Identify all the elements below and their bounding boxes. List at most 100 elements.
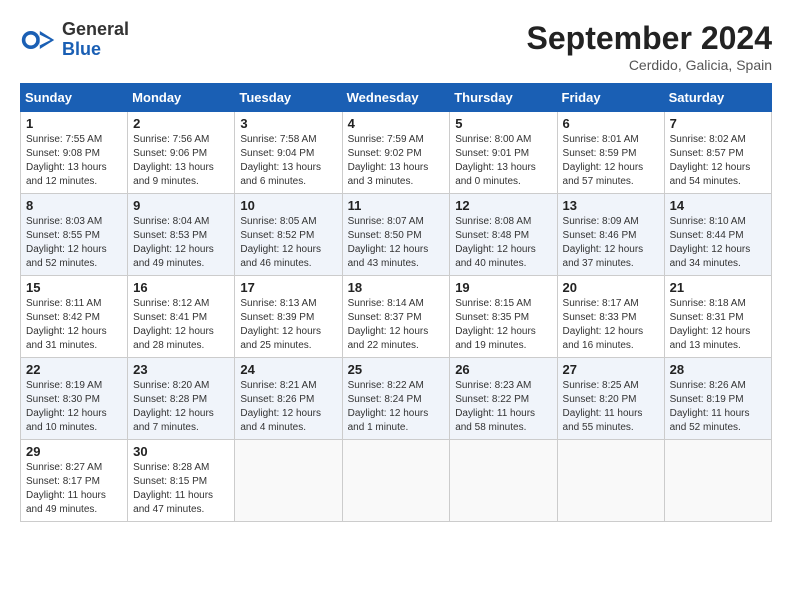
calendar-cell-day-5: 5 Sunrise: 8:00 AMSunset: 9:01 PMDayligh… [450, 112, 557, 194]
calendar-cell-day-19: 19 Sunrise: 8:15 AMSunset: 8:35 PMDaylig… [450, 276, 557, 358]
day-info: Sunrise: 8:20 AMSunset: 8:28 PMDaylight:… [133, 380, 214, 433]
calendar-cell-day-6: 6 Sunrise: 8:01 AMSunset: 8:59 PMDayligh… [557, 112, 664, 194]
day-number: 12 [455, 198, 551, 213]
calendar-cell-day-11: 11 Sunrise: 8:07 AMSunset: 8:50 PMDaylig… [342, 194, 450, 276]
day-number: 3 [240, 116, 336, 131]
month-title: September 2024 [527, 20, 772, 57]
calendar-cell-empty [664, 440, 771, 522]
day-info: Sunrise: 8:14 AMSunset: 8:37 PMDaylight:… [348, 298, 429, 351]
day-number: 21 [670, 280, 766, 295]
day-info: Sunrise: 8:05 AMSunset: 8:52 PMDaylight:… [240, 216, 321, 269]
day-number: 27 [563, 362, 659, 377]
logo-blue-text: Blue [62, 39, 101, 59]
calendar-cell-day-1: 1 Sunrise: 7:55 AMSunset: 9:08 PMDayligh… [21, 112, 128, 194]
calendar-cell-empty [342, 440, 450, 522]
day-info: Sunrise: 8:27 AMSunset: 8:17 PMDaylight:… [26, 462, 106, 515]
logo-general-text: General [62, 19, 129, 39]
day-info: Sunrise: 7:55 AMSunset: 9:08 PMDaylight:… [26, 134, 107, 187]
calendar-cell-day-29: 29 Sunrise: 8:27 AMSunset: 8:17 PMDaylig… [21, 440, 128, 522]
col-header-sunday: Sunday [21, 84, 128, 112]
calendar-cell-empty [450, 440, 557, 522]
logo-icon [20, 22, 56, 58]
day-info: Sunrise: 8:25 AMSunset: 8:20 PMDaylight:… [563, 380, 643, 433]
calendar-row: 29 Sunrise: 8:27 AMSunset: 8:17 PMDaylig… [21, 440, 772, 522]
day-info: Sunrise: 8:28 AMSunset: 8:15 PMDaylight:… [133, 462, 213, 515]
day-info: Sunrise: 7:56 AMSunset: 9:06 PMDaylight:… [133, 134, 214, 187]
day-info: Sunrise: 8:11 AMSunset: 8:42 PMDaylight:… [26, 298, 107, 351]
calendar-cell-day-20: 20 Sunrise: 8:17 AMSunset: 8:33 PMDaylig… [557, 276, 664, 358]
col-header-saturday: Saturday [664, 84, 771, 112]
calendar-cell-day-12: 12 Sunrise: 8:08 AMSunset: 8:48 PMDaylig… [450, 194, 557, 276]
day-info: Sunrise: 8:18 AMSunset: 8:31 PMDaylight:… [670, 298, 751, 351]
day-number: 18 [348, 280, 445, 295]
day-number: 16 [133, 280, 229, 295]
calendar-cell-day-14: 14 Sunrise: 8:10 AMSunset: 8:44 PMDaylig… [664, 194, 771, 276]
calendar-cell-day-3: 3 Sunrise: 7:58 AMSunset: 9:04 PMDayligh… [235, 112, 342, 194]
day-number: 10 [240, 198, 336, 213]
col-header-monday: Monday [128, 84, 235, 112]
day-info: Sunrise: 8:26 AMSunset: 8:19 PMDaylight:… [670, 380, 750, 433]
calendar-row: 15 Sunrise: 8:11 AMSunset: 8:42 PMDaylig… [21, 276, 772, 358]
day-number: 1 [26, 116, 122, 131]
day-info: Sunrise: 8:13 AMSunset: 8:39 PMDaylight:… [240, 298, 321, 351]
day-number: 9 [133, 198, 229, 213]
day-number: 23 [133, 362, 229, 377]
day-info: Sunrise: 8:08 AMSunset: 8:48 PMDaylight:… [455, 216, 536, 269]
day-number: 2 [133, 116, 229, 131]
day-info: Sunrise: 8:01 AMSunset: 8:59 PMDaylight:… [563, 134, 644, 187]
logo: General Blue [20, 20, 129, 60]
calendar-cell-day-25: 25 Sunrise: 8:22 AMSunset: 8:24 PMDaylig… [342, 358, 450, 440]
calendar-cell-day-27: 27 Sunrise: 8:25 AMSunset: 8:20 PMDaylig… [557, 358, 664, 440]
day-info: Sunrise: 8:02 AMSunset: 8:57 PMDaylight:… [670, 134, 751, 187]
calendar-cell-day-15: 15 Sunrise: 8:11 AMSunset: 8:42 PMDaylig… [21, 276, 128, 358]
day-number: 26 [455, 362, 551, 377]
calendar-row: 1 Sunrise: 7:55 AMSunset: 9:08 PMDayligh… [21, 112, 772, 194]
day-info: Sunrise: 7:58 AMSunset: 9:04 PMDaylight:… [240, 134, 321, 187]
calendar-cell-day-23: 23 Sunrise: 8:20 AMSunset: 8:28 PMDaylig… [128, 358, 235, 440]
day-number: 11 [348, 198, 445, 213]
day-info: Sunrise: 8:21 AMSunset: 8:26 PMDaylight:… [240, 380, 321, 433]
day-info: Sunrise: 8:03 AMSunset: 8:55 PMDaylight:… [26, 216, 107, 269]
day-info: Sunrise: 8:15 AMSunset: 8:35 PMDaylight:… [455, 298, 536, 351]
calendar-cell-day-9: 9 Sunrise: 8:04 AMSunset: 8:53 PMDayligh… [128, 194, 235, 276]
calendar-cell-day-24: 24 Sunrise: 8:21 AMSunset: 8:26 PMDaylig… [235, 358, 342, 440]
calendar-cell-day-13: 13 Sunrise: 8:09 AMSunset: 8:46 PMDaylig… [557, 194, 664, 276]
calendar-cell-day-16: 16 Sunrise: 8:12 AMSunset: 8:41 PMDaylig… [128, 276, 235, 358]
day-info: Sunrise: 8:09 AMSunset: 8:46 PMDaylight:… [563, 216, 644, 269]
calendar-cell-day-28: 28 Sunrise: 8:26 AMSunset: 8:19 PMDaylig… [664, 358, 771, 440]
calendar-cell-day-17: 17 Sunrise: 8:13 AMSunset: 8:39 PMDaylig… [235, 276, 342, 358]
day-number: 13 [563, 198, 659, 213]
calendar-cell-day-7: 7 Sunrise: 8:02 AMSunset: 8:57 PMDayligh… [664, 112, 771, 194]
col-header-friday: Friday [557, 84, 664, 112]
day-number: 15 [26, 280, 122, 295]
day-number: 4 [348, 116, 445, 131]
page-header: General Blue September 2024 Cerdido, Gal… [20, 20, 772, 73]
day-info: Sunrise: 8:19 AMSunset: 8:30 PMDaylight:… [26, 380, 107, 433]
calendar-table: Sunday Monday Tuesday Wednesday Thursday… [20, 83, 772, 522]
day-number: 6 [563, 116, 659, 131]
day-number: 14 [670, 198, 766, 213]
day-number: 5 [455, 116, 551, 131]
calendar-cell-day-18: 18 Sunrise: 8:14 AMSunset: 8:37 PMDaylig… [342, 276, 450, 358]
col-header-tuesday: Tuesday [235, 84, 342, 112]
col-header-wednesday: Wednesday [342, 84, 450, 112]
calendar-row: 8 Sunrise: 8:03 AMSunset: 8:55 PMDayligh… [21, 194, 772, 276]
day-info: Sunrise: 8:22 AMSunset: 8:24 PMDaylight:… [348, 380, 429, 433]
day-number: 25 [348, 362, 445, 377]
calendar-cell-empty [235, 440, 342, 522]
calendar-cell-day-10: 10 Sunrise: 8:05 AMSunset: 8:52 PMDaylig… [235, 194, 342, 276]
calendar-cell-day-22: 22 Sunrise: 8:19 AMSunset: 8:30 PMDaylig… [21, 358, 128, 440]
calendar-cell-empty [557, 440, 664, 522]
calendar-row: 22 Sunrise: 8:19 AMSunset: 8:30 PMDaylig… [21, 358, 772, 440]
calendar-cell-day-30: 30 Sunrise: 8:28 AMSunset: 8:15 PMDaylig… [128, 440, 235, 522]
calendar-cell-day-4: 4 Sunrise: 7:59 AMSunset: 9:02 PMDayligh… [342, 112, 450, 194]
day-info: Sunrise: 8:17 AMSunset: 8:33 PMDaylight:… [563, 298, 644, 351]
day-number: 19 [455, 280, 551, 295]
day-info: Sunrise: 8:10 AMSunset: 8:44 PMDaylight:… [670, 216, 751, 269]
calendar-cell-day-26: 26 Sunrise: 8:23 AMSunset: 8:22 PMDaylig… [450, 358, 557, 440]
day-info: Sunrise: 8:12 AMSunset: 8:41 PMDaylight:… [133, 298, 214, 351]
calendar-cell-day-21: 21 Sunrise: 8:18 AMSunset: 8:31 PMDaylig… [664, 276, 771, 358]
col-header-thursday: Thursday [450, 84, 557, 112]
day-number: 20 [563, 280, 659, 295]
day-number: 7 [670, 116, 766, 131]
